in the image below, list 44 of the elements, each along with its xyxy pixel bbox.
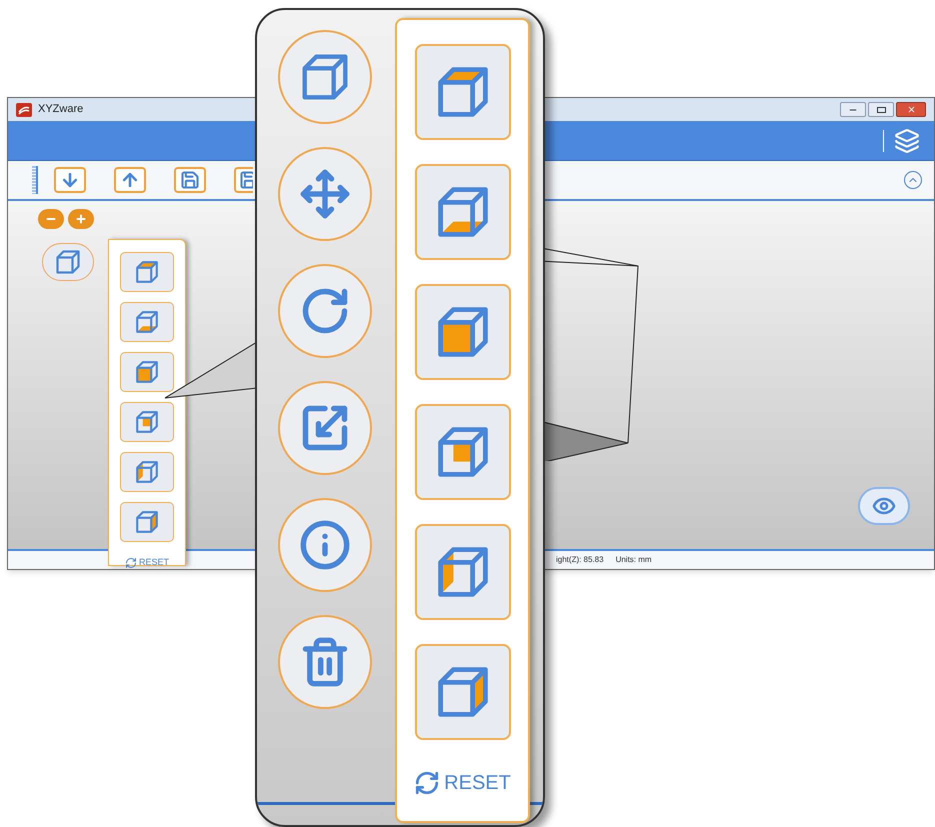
face-button[interactable] — [120, 502, 174, 542]
move-arrows-icon — [299, 168, 351, 220]
units-reading: Units: mm — [616, 554, 652, 566]
save-icon — [180, 170, 200, 190]
cube-face-icon — [133, 408, 161, 436]
face-button[interactable] — [414, 164, 510, 260]
collapse-button[interactable] — [904, 171, 922, 189]
view-cube-button[interactable] — [42, 243, 94, 281]
save-button[interactable] — [174, 167, 206, 193]
toolbar-grip[interactable] — [32, 166, 38, 194]
maximize-button[interactable] — [868, 102, 894, 117]
face-button[interactable] — [120, 452, 174, 492]
height-reading: ight(Z): 85.83 — [556, 554, 604, 566]
zoom-in-button[interactable] — [68, 209, 94, 229]
face-button[interactable] — [120, 352, 174, 392]
close-button[interactable] — [896, 102, 926, 117]
reset-button[interactable]: RESET — [124, 556, 169, 570]
cube-face-icon — [133, 458, 161, 486]
export-button[interactable] — [114, 167, 146, 193]
down-arrow-icon — [60, 170, 80, 190]
zoom-out-button[interactable] — [38, 209, 64, 229]
face-button[interactable] — [414, 644, 510, 740]
face-button[interactable] — [120, 402, 174, 442]
cube-face-icon — [133, 258, 161, 286]
face-button[interactable] — [414, 404, 510, 500]
app-logo-icon — [16, 102, 32, 116]
cube-face-icon — [133, 358, 161, 386]
window-title: XYZware — [38, 102, 84, 118]
layers-icon[interactable] — [894, 128, 920, 154]
reset-button[interactable]: RESET — [414, 768, 511, 798]
face-button[interactable] — [414, 524, 510, 620]
up-arrow-icon — [120, 170, 140, 190]
face-button[interactable] — [120, 252, 174, 292]
face-button[interactable] — [414, 284, 510, 380]
cube-face-icon — [133, 308, 161, 336]
view-button[interactable] — [858, 487, 910, 525]
face-button[interactable] — [120, 302, 174, 342]
import-button[interactable] — [54, 167, 86, 193]
toolbar-button[interactable] — [234, 167, 253, 193]
face-button[interactable] — [414, 44, 510, 140]
info-icon — [299, 519, 351, 571]
refresh-icon — [414, 770, 440, 796]
plus-icon — [75, 213, 87, 225]
cube-face-icon — [133, 508, 161, 536]
